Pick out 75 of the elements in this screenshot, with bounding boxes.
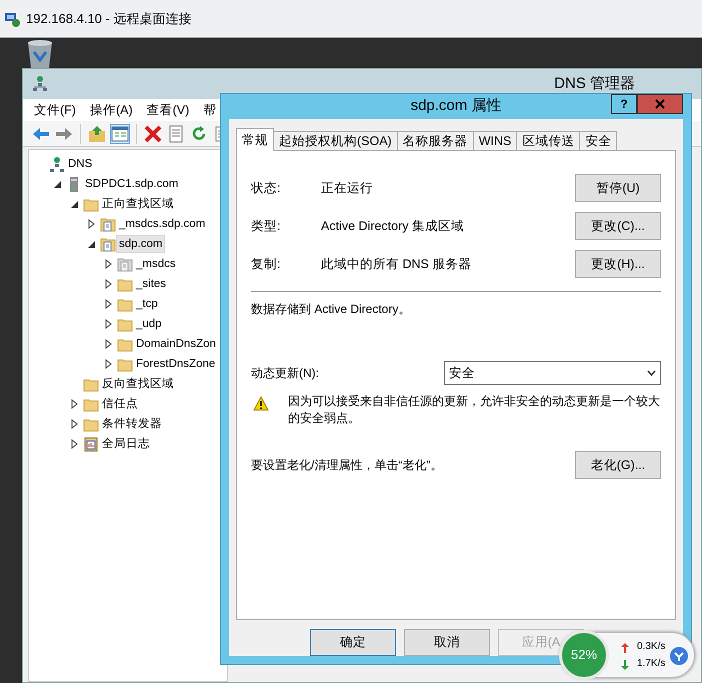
zone-folder-icon: [100, 236, 116, 252]
dns-icon: [49, 156, 65, 172]
expand-arrow-icon[interactable]: [70, 419, 78, 429]
console-tree-icon[interactable]: [110, 124, 130, 144]
tab[interactable]: 起始授权机构(SOA): [273, 131, 398, 151]
aging-button[interactable]: 老化(G)...: [575, 451, 661, 479]
remote-desktop-icon: [4, 10, 20, 26]
dropdown-field[interactable]: 安全: [444, 361, 661, 385]
folder-up-icon[interactable]: [87, 124, 107, 144]
dns-icon: [33, 76, 47, 92]
expand-arrow-icon[interactable]: [104, 299, 112, 309]
expand-arrow-icon[interactable]: [104, 339, 112, 349]
delete-icon[interactable]: [143, 124, 163, 144]
menu-item[interactable]: 文件(F): [29, 100, 81, 120]
tree-item[interactable]: SDPDC1.sdp.com: [82, 175, 182, 193]
field-value: 此域中的所有 DNS 服务器: [321, 256, 472, 273]
info-text: 要设置老化/清理属性，单击“老化”。: [251, 457, 442, 474]
tree-item[interactable]: ForestDnsZone: [133, 355, 218, 373]
menu-item[interactable]: 查看(V): [142, 100, 194, 120]
zone-folder-icon: [100, 216, 116, 232]
warning-icon: [253, 396, 269, 411]
network-icon: [670, 647, 688, 665]
tree-item[interactable]: 信任点: [99, 395, 141, 413]
tree-item[interactable]: sdp.com: [116, 235, 166, 253]
action-button[interactable]: 更改(C)...: [575, 212, 661, 240]
expand-arrow-icon[interactable]: [104, 279, 112, 289]
upload-rate: 0.3K/s: [637, 640, 666, 654]
tree-item[interactable]: 反向查找区域: [99, 375, 177, 393]
menu-item[interactable]: 操作(A): [84, 100, 138, 120]
dialog-title: sdp.com 属性: [410, 96, 502, 116]
close-icon: [655, 99, 665, 109]
tab[interactable]: 常规: [236, 128, 274, 151]
action-button[interactable]: 更改(H)...: [575, 250, 661, 278]
window-title: DNS 管理器: [554, 74, 635, 94]
expand-arrow-icon[interactable]: [104, 359, 112, 369]
field-label: 动态更新(N):: [251, 365, 319, 382]
dialog-button[interactable]: 取消: [404, 629, 490, 656]
expand-arrow-icon[interactable]: [88, 219, 94, 229]
tree-item[interactable]: _msdcs: [133, 255, 179, 273]
field-label: 复制:: [251, 256, 282, 273]
tab[interactable]: 安全: [579, 131, 618, 151]
info-text: 数据存储到 Active Directory。: [251, 301, 412, 318]
field-label: 状态:: [251, 180, 282, 197]
tree-item[interactable]: 正向查找区域: [99, 195, 177, 213]
tree-item[interactable]: _udp: [133, 315, 165, 333]
collapse-arrow-icon[interactable]: [88, 240, 94, 248]
collapse-arrow-icon[interactable]: [70, 200, 78, 208]
menu-item[interactable]: 帮: [198, 100, 222, 120]
collapse-arrow-icon[interactable]: [54, 180, 60, 188]
warning-text: 因为可以接受来自非信任源的更新，允许非安全的动态更新是一个较大的安全弱点。: [288, 393, 661, 427]
tree-item[interactable]: DNS: [65, 155, 96, 173]
download-rate: 1.7K/s: [637, 657, 666, 671]
tree-item[interactable]: _tcp: [133, 295, 161, 313]
field-label: 类型:: [251, 218, 282, 235]
tree-item[interactable]: _sites: [133, 275, 170, 293]
dropdown-caret-icon: [647, 370, 656, 376]
log-icon: [83, 436, 99, 452]
tree-item[interactable]: DomainDnsZon: [133, 335, 219, 353]
zone-folder-icon: [117, 256, 133, 272]
expand-arrow-icon[interactable]: [70, 399, 78, 409]
action-button[interactable]: 暂停(U): [575, 174, 661, 202]
tree-item[interactable]: 条件转发器: [99, 415, 165, 433]
close-button[interactable]: [637, 94, 683, 114]
field-value: Active Directory 集成区域: [321, 218, 465, 235]
help-button[interactable]: ?: [611, 94, 637, 114]
upload-arrow-icon: [621, 643, 629, 653]
expand-arrow-icon[interactable]: [70, 439, 78, 449]
expand-arrow-icon[interactable]: [104, 319, 112, 329]
download-arrow-icon: [621, 660, 629, 670]
field-value: 正在运行: [321, 180, 374, 197]
tree-item[interactable]: _msdcs.sdp.com: [116, 215, 208, 233]
expand-arrow-icon[interactable]: [104, 259, 112, 269]
tree-item[interactable]: 全局日志: [99, 435, 153, 453]
dialog-button[interactable]: 确定: [310, 629, 396, 656]
window-title: 192.168.4.10 - 远程桌面连接: [26, 10, 192, 28]
